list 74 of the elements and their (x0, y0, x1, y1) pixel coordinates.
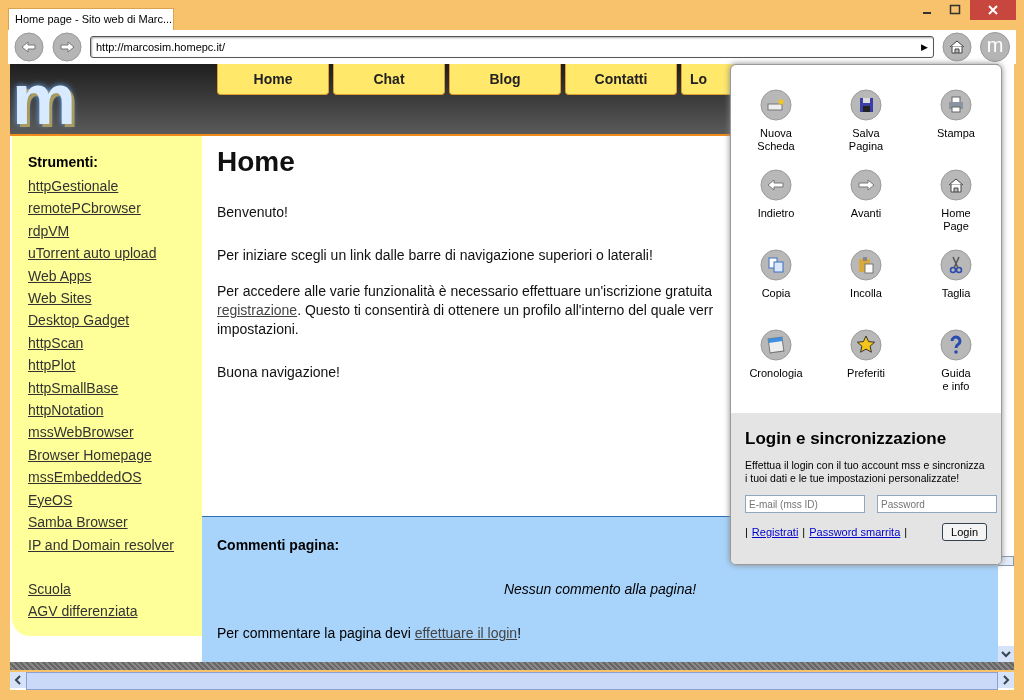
login-link[interactable]: effettuare il login (414, 625, 518, 641)
menu-item-label[interactable]: Copia (761, 287, 791, 300)
sidebar-link[interactable]: remotePCbrowser (28, 197, 141, 220)
menu-item-label[interactable]: Stampa (937, 127, 975, 140)
menu-item-label[interactable]: Preferiti (847, 367, 885, 380)
home-icon[interactable] (940, 169, 972, 201)
lost-password-link[interactable]: Password smarrita (809, 526, 901, 538)
sidebar-link[interactable]: mssEmbeddedOS (28, 466, 142, 489)
sidebar-link[interactable]: Desktop Gadget (28, 309, 130, 332)
address-field[interactable]: http://marcosim.homepc.it/ ▶ (90, 36, 934, 58)
paragraph-line: . Questo ti consentirà di ottenere un profilo all'interno del quale verr (297, 302, 714, 318)
comments-heading: Commenti pagina: (217, 537, 340, 553)
login-title: Login e sincronizzazione (745, 429, 948, 449)
close-icon[interactable] (970, 0, 1016, 20)
login-button[interactable]: Login (942, 523, 987, 541)
sidebar-link[interactable]: Browser Homepage (28, 443, 152, 467)
help-icon[interactable] (940, 329, 972, 361)
separator-text: | (745, 526, 748, 538)
intro-text: Per iniziare scegli un link dalle barre di navigazione superiori o laterali! (217, 247, 653, 263)
copy-icon[interactable] (760, 249, 792, 281)
closing-text: Buona navigazione! (217, 364, 340, 380)
menu-item-label[interactable]: Home Page (941, 207, 971, 233)
sidebar-link[interactable]: EyeOS (28, 488, 73, 512)
sidebar-link[interactable]: mssWebBrowser (28, 421, 134, 444)
sidebar-link[interactable]: Web Apps (28, 264, 92, 288)
back-button[interactable] (14, 32, 44, 62)
menu-item-label[interactable]: Cronologia (749, 367, 803, 380)
home-button[interactable] (942, 32, 972, 62)
menu-item-label[interactable]: Indietro (757, 207, 795, 220)
register-link[interactable]: Registrati (751, 526, 799, 538)
calendar-icon[interactable] (760, 329, 792, 361)
nav-tab[interactable]: Chat (333, 64, 445, 95)
site-logo[interactable]: m (10, 64, 217, 134)
sidebar-link[interactable]: uTorrent auto upload (28, 242, 157, 265)
forward-button[interactable] (52, 32, 82, 62)
sidebar-link[interactable]: httpGestionale (28, 175, 119, 198)
login-description: Effettua il login con il tuo account mss e sincronizza i tuoi dati e le tue impostazioni personalizzate! (745, 459, 986, 485)
printer-icon[interactable] (940, 89, 972, 121)
sidebar-link[interactable]: AGV differenziata (28, 600, 138, 623)
paragraph-line: Per accedere alle varie funzionalità è necessario effettuare un'iscrizione gratuita (217, 282, 713, 301)
sidebar-link[interactable]: httpNotation (28, 399, 104, 422)
sidebar-link[interactable]: httpScan (28, 331, 84, 355)
page-title: Home (217, 146, 295, 178)
scissors-icon[interactable] (940, 249, 972, 281)
email-field[interactable]: E-mail (mss ID) (745, 495, 865, 513)
menu-item-label[interactable]: Nuova Scheda (757, 127, 795, 153)
menu-item-label[interactable]: Avanti (850, 207, 882, 220)
sidebar-link[interactable]: httpPlot (28, 354, 76, 377)
sidebar-link[interactable]: Scuola (28, 577, 71, 601)
separator-text: | (904, 526, 908, 538)
menu-item-label[interactable]: Taglia (941, 287, 971, 300)
separator-text: | (802, 526, 806, 538)
sidebar-link[interactable]: httpSmallBase (28, 376, 119, 400)
password-field[interactable]: Password (877, 495, 997, 513)
floppy-disk-icon[interactable] (850, 89, 882, 121)
no-comments-text: Nessun commento alla pagina! (502, 581, 698, 597)
sidebar-link[interactable]: Web Sites (28, 287, 92, 310)
registration-link[interactable]: registrazione (217, 302, 298, 318)
nav-tab[interactable]: Contatti (565, 64, 677, 95)
nav-tab[interactable]: Blog (449, 64, 561, 95)
sidebar-link[interactable]: Samba Browser (28, 511, 128, 534)
clipboard-icon[interactable] (850, 249, 882, 281)
sidebar-heading: Strumenti: (28, 154, 99, 170)
browser-tab[interactable]: Home page - Sito web di Marc... (8, 8, 174, 30)
paragraph-line: impostazioni. (217, 320, 299, 339)
new-tab-icon[interactable] (760, 89, 792, 121)
menu-item-label[interactable]: Guida e info (941, 367, 971, 393)
sidebar-link[interactable]: rdpVM (28, 219, 70, 243)
nav-tab[interactable]: Home (217, 64, 329, 95)
welcome-text: Benvenuto! (217, 204, 288, 220)
comment-prompt: Per commentare la pagina devi effettuare il login! (217, 625, 522, 641)
menu-item-label[interactable]: Incolla (850, 287, 882, 300)
sidebar-link[interactable]: IP and Domain resolver (28, 533, 175, 556)
menu-item-label[interactable]: Salva Pagina (848, 127, 884, 153)
